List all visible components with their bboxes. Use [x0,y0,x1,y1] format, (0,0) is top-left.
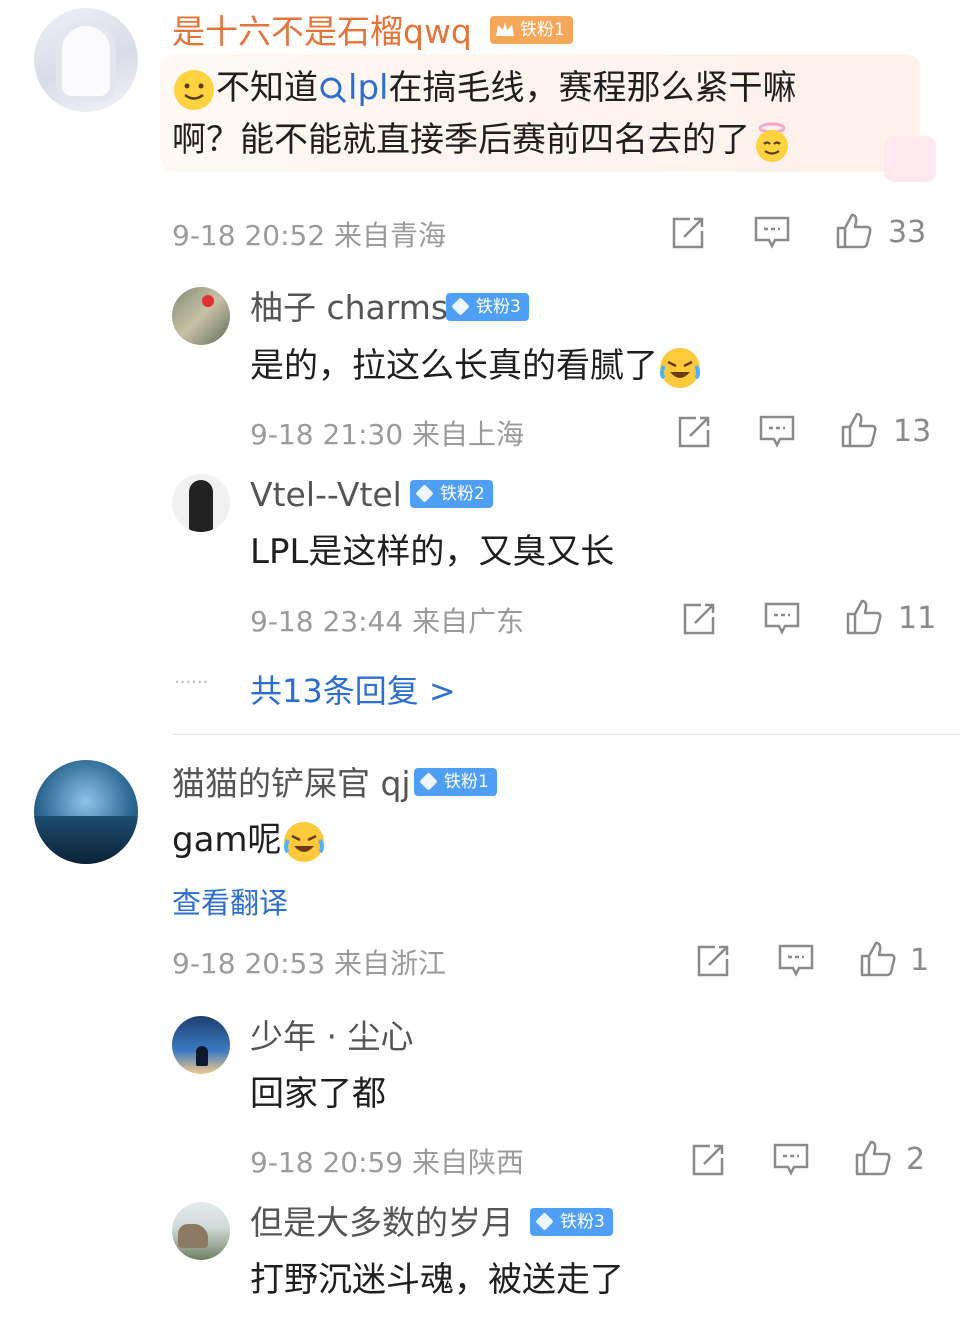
like-icon[interactable] [859,940,897,978]
fan-badge[interactable]: 铁粉1 [490,16,573,44]
comment-meta: 9-18 21:30 来自上海 [250,418,525,451]
like-count: 13 [893,414,932,449]
comment-text-part: 不知道 [216,68,318,108]
comment-text-part: 啊？能不能就直接季后赛前四名去的了 [172,120,750,160]
repost-icon[interactable] [681,601,717,637]
comment-text: 不知道 lpl在搞毛线，赛程那么紧干嘛啊？能不能就直接季后赛前四名去的了 [172,62,892,166]
like-icon[interactable] [840,411,878,449]
badge-label: 铁粉1 [444,772,489,792]
diamond-icon [415,484,434,503]
avatar[interactable] [172,1016,230,1074]
comment-text: 回家了都 [250,1074,386,1114]
decoration-sticker [884,136,936,182]
comment-text-part: 在搞毛线，赛程那么紧干嘛 [388,68,797,108]
view-all-replies-link[interactable]: 共13条回复 > [250,666,456,712]
like-count: 1 [910,943,930,978]
badge-label: 铁粉2 [440,484,485,504]
comment-text-body: 是的，拉这么长真的看腻了 [250,346,658,386]
comment-icon[interactable] [753,215,791,251]
avatar[interactable] [34,760,138,864]
fan-badge[interactable]: 铁粉3 [530,1208,613,1236]
divider [172,734,960,735]
diamond-icon [419,772,438,791]
avatar[interactable] [172,287,230,345]
avatar-horizon [34,816,138,864]
avatar[interactable] [172,1202,230,1260]
comment-author-name[interactable]: 但是大多数的岁月 [250,1203,514,1243]
like-icon[interactable] [835,212,873,250]
comment-author-name[interactable]: Vtel--Vtel [250,475,402,515]
badge-label: 铁粉1 [520,20,565,40]
comment-icon[interactable] [758,414,796,450]
avatar[interactable] [172,474,230,532]
repost-icon[interactable] [676,414,712,450]
comment-meta: 9-18 20:53 来自浙江 [172,947,447,980]
comment-icon[interactable] [772,1142,810,1178]
comment-text-body: gam呢 [172,820,282,860]
repost-icon[interactable] [670,215,706,251]
diamond-icon [535,1212,554,1231]
comment-meta: 9-18 23:44 来自广东 [250,605,525,638]
avatar-rock [178,1224,208,1248]
comment-meta: 9-18 20:52 来自青海 [172,219,447,252]
avatar-dot [202,295,214,307]
laugh-cry-emoji [283,821,324,862]
angel-emoji [756,122,788,162]
like-icon[interactable] [845,598,883,636]
topic-link[interactable]: lpl [318,68,388,108]
avatar[interactable] [34,8,138,112]
comment-text: gam呢 [172,814,326,866]
comment-text: LPL是这样的，又臭又长 [250,532,615,572]
like-count: 11 [898,601,937,636]
comment-author-name[interactable]: 是十六不是石榴qwq [172,12,472,52]
topic-label: lpl [348,68,389,108]
replies-dots: ······ [174,672,209,693]
laugh-cry-emoji [660,347,700,388]
view-translation-link[interactable]: 查看翻译 [172,880,288,922]
like-icon[interactable] [854,1139,892,1177]
comment-meta: 9-18 20:59 来自陕西 [250,1146,525,1179]
avatar-figure [196,1046,208,1066]
comment-author-name[interactable]: 柚子 charms [250,288,448,328]
comment-author-name[interactable]: 少年 · 尘心 [250,1017,413,1057]
repost-icon[interactable] [695,943,731,979]
comment-icon[interactable] [777,943,815,979]
fan-badge[interactable]: 铁粉3 [446,293,529,321]
avatar-figure [62,26,110,96]
like-count: 33 [888,215,927,250]
like-count: 2 [906,1142,926,1177]
search-icon [320,77,347,103]
comment-author-name[interactable]: 猫猫的铲屎官 qj [172,764,411,804]
smile-emoji [174,69,214,110]
diamond-icon [451,297,470,316]
repost-icon[interactable] [690,1142,726,1178]
comment-icon[interactable] [763,601,801,637]
badge-label: 铁粉3 [476,297,521,317]
badge-label: 铁粉3 [560,1212,605,1232]
fan-badge[interactable]: 铁粉1 [414,768,497,796]
comment-text: 打野沉迷斗魂，被送走了 [250,1260,624,1300]
fan-badge[interactable]: 铁粉2 [410,480,493,508]
crown-icon [496,22,514,36]
comment-text: 是的，拉这么长真的看腻了 [250,340,702,392]
avatar-figure [189,480,213,532]
